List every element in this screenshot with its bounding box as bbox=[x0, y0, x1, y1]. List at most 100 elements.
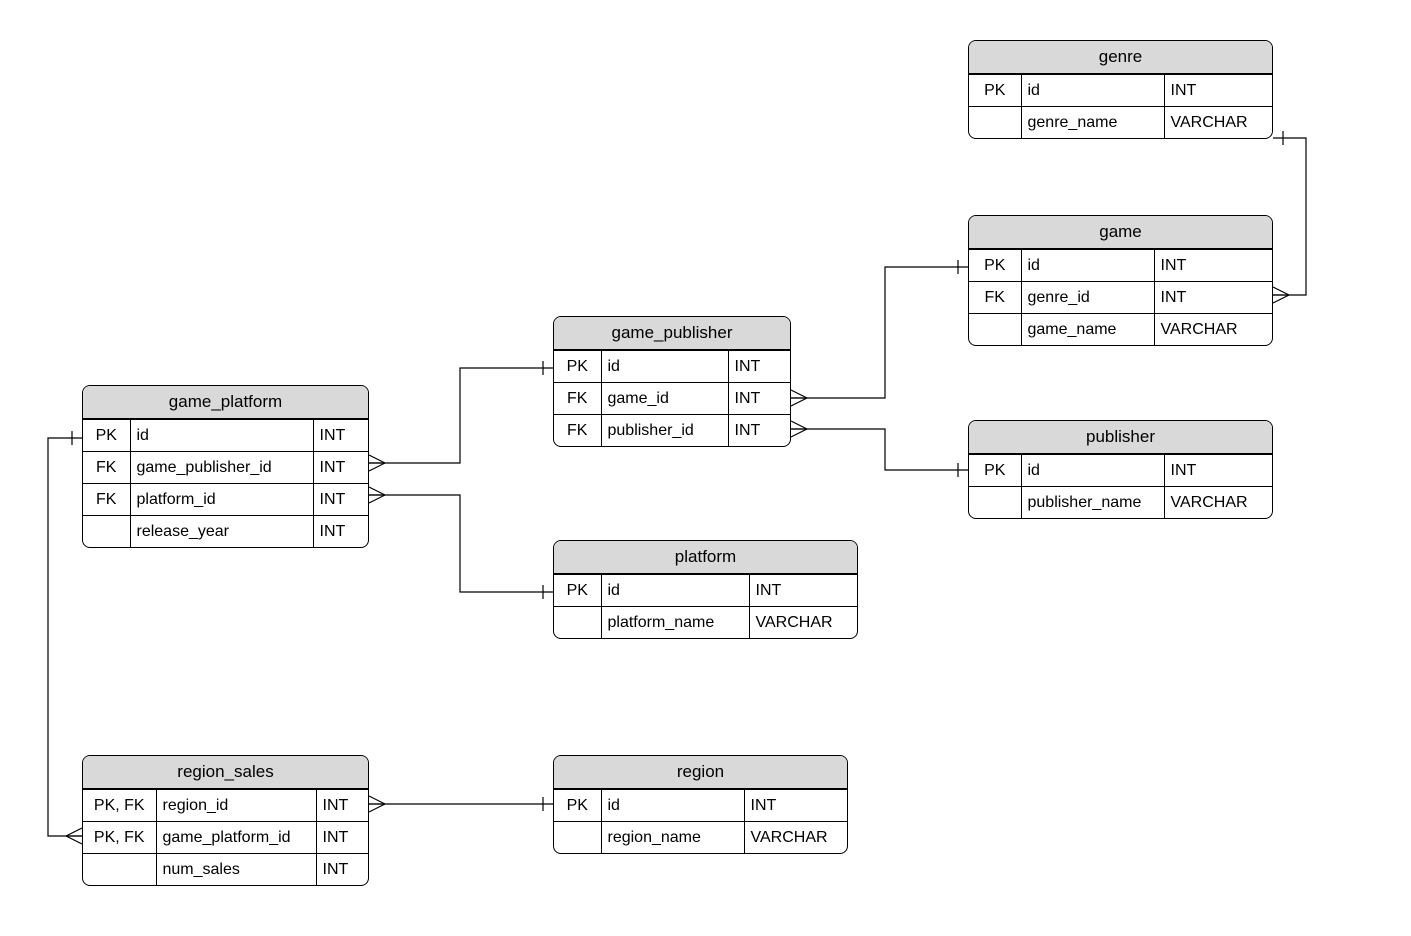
table-row: FKgenre_idINT bbox=[969, 282, 1272, 314]
column-key bbox=[969, 314, 1021, 346]
entity-title: game_platform bbox=[83, 386, 368, 419]
column-key: PK, FK bbox=[83, 790, 156, 822]
column-name: game_id bbox=[601, 383, 728, 415]
table-row: FKgame_idINT bbox=[554, 383, 790, 415]
entity-game_publisher: game_publisherPKidINTFKgame_idINTFKpubli… bbox=[553, 316, 791, 447]
column-name: publisher_name bbox=[1021, 487, 1164, 519]
entity-title: region_sales bbox=[83, 756, 368, 789]
table-row: PK, FKgame_platform_idINT bbox=[83, 822, 368, 854]
table-row: PKidINT bbox=[969, 250, 1272, 282]
column-type: INT bbox=[1154, 250, 1272, 282]
column-type: INT bbox=[313, 420, 368, 452]
table-row: PKidINT bbox=[554, 351, 790, 383]
table-row: PKidINT bbox=[969, 75, 1272, 107]
column-name: platform_id bbox=[130, 484, 313, 516]
column-type: INT bbox=[728, 383, 790, 415]
column-key bbox=[969, 487, 1021, 519]
table-row: PK, FKregion_idINT bbox=[83, 790, 368, 822]
column-key: FK bbox=[83, 452, 130, 484]
column-key bbox=[83, 516, 130, 548]
table-row: region_nameVARCHAR bbox=[554, 822, 847, 854]
entity-columns: PKidINTpublisher_nameVARCHAR bbox=[969, 454, 1272, 518]
column-key: PK bbox=[969, 250, 1021, 282]
table-row: FKgame_publisher_idINT bbox=[83, 452, 368, 484]
column-key: PK bbox=[554, 575, 601, 607]
column-name: region_id bbox=[156, 790, 316, 822]
column-type: INT bbox=[749, 575, 857, 607]
column-type: INT bbox=[316, 790, 368, 822]
table-row: PKidINT bbox=[554, 575, 857, 607]
column-name: id bbox=[601, 351, 728, 383]
entity-columns: PK, FKregion_idINTPK, FKgame_platform_id… bbox=[83, 789, 368, 885]
column-type: INT bbox=[1154, 282, 1272, 314]
column-type: INT bbox=[1164, 455, 1272, 487]
table-row: platform_nameVARCHAR bbox=[554, 607, 857, 639]
column-name: id bbox=[1021, 455, 1164, 487]
entity-genre: genrePKidINTgenre_nameVARCHAR bbox=[968, 40, 1273, 139]
column-name: release_year bbox=[130, 516, 313, 548]
entity-columns: PKidINTplatform_nameVARCHAR bbox=[554, 574, 857, 638]
column-name: game_name bbox=[1021, 314, 1154, 346]
column-name: genre_id bbox=[1021, 282, 1154, 314]
table-row: publisher_nameVARCHAR bbox=[969, 487, 1272, 519]
column-type: INT bbox=[728, 415, 790, 447]
column-key bbox=[83, 854, 156, 886]
entity-game_platform: game_platformPKidINTFKgame_publisher_idI… bbox=[82, 385, 369, 548]
column-type: VARCHAR bbox=[744, 822, 847, 854]
column-name: platform_name bbox=[601, 607, 749, 639]
table-row: genre_nameVARCHAR bbox=[969, 107, 1272, 139]
column-name: id bbox=[130, 420, 313, 452]
column-key bbox=[554, 607, 601, 639]
entity-title: platform bbox=[554, 541, 857, 574]
column-type: INT bbox=[728, 351, 790, 383]
column-name: num_sales bbox=[156, 854, 316, 886]
entity-title: game bbox=[969, 216, 1272, 249]
entity-columns: PKidINTFKgame_idINTFKpublisher_idINT bbox=[554, 350, 790, 446]
entity-columns: PKidINTregion_nameVARCHAR bbox=[554, 789, 847, 853]
entity-title: game_publisher bbox=[554, 317, 790, 350]
table-row: release_yearINT bbox=[83, 516, 368, 548]
column-name: id bbox=[601, 575, 749, 607]
column-name: genre_name bbox=[1021, 107, 1164, 139]
column-type: VARCHAR bbox=[1164, 487, 1272, 519]
table-row: num_salesINT bbox=[83, 854, 368, 886]
entity-columns: PKidINTFKgame_publisher_idINTFKplatform_… bbox=[83, 419, 368, 547]
column-name: id bbox=[1021, 75, 1164, 107]
entity-region: regionPKidINTregion_nameVARCHAR bbox=[553, 755, 848, 854]
column-key: FK bbox=[554, 383, 601, 415]
table-row: PKidINT bbox=[554, 790, 847, 822]
column-name: game_publisher_id bbox=[130, 452, 313, 484]
entity-platform: platformPKidINTplatform_nameVARCHAR bbox=[553, 540, 858, 639]
entity-publisher: publisherPKidINTpublisher_nameVARCHAR bbox=[968, 420, 1273, 519]
column-key: PK bbox=[969, 75, 1021, 107]
entity-columns: PKidINTgenre_nameVARCHAR bbox=[969, 74, 1272, 138]
column-type: INT bbox=[313, 484, 368, 516]
table-row: game_nameVARCHAR bbox=[969, 314, 1272, 346]
column-key: FK bbox=[554, 415, 601, 447]
table-row: PKidINT bbox=[969, 455, 1272, 487]
column-name: id bbox=[601, 790, 744, 822]
column-key: PK, FK bbox=[83, 822, 156, 854]
entity-region_sales: region_salesPK, FKregion_idINTPK, FKgame… bbox=[82, 755, 369, 886]
column-type: INT bbox=[316, 854, 368, 886]
entity-title: genre bbox=[969, 41, 1272, 74]
column-type: VARCHAR bbox=[749, 607, 857, 639]
column-key bbox=[969, 107, 1021, 139]
column-key: PK bbox=[969, 455, 1021, 487]
column-type: INT bbox=[1164, 75, 1272, 107]
entity-game: gamePKidINTFKgenre_idINTgame_nameVARCHAR bbox=[968, 215, 1273, 346]
column-type: INT bbox=[316, 822, 368, 854]
column-name: id bbox=[1021, 250, 1154, 282]
column-type: INT bbox=[744, 790, 847, 822]
table-row: PKidINT bbox=[83, 420, 368, 452]
table-row: FKpublisher_idINT bbox=[554, 415, 790, 447]
column-name: game_platform_id bbox=[156, 822, 316, 854]
column-type: VARCHAR bbox=[1154, 314, 1272, 346]
column-name: region_name bbox=[601, 822, 744, 854]
column-type: INT bbox=[313, 452, 368, 484]
column-type: VARCHAR bbox=[1164, 107, 1272, 139]
column-name: publisher_id bbox=[601, 415, 728, 447]
column-key: PK bbox=[554, 790, 601, 822]
table-row: FKplatform_idINT bbox=[83, 484, 368, 516]
entity-title: publisher bbox=[969, 421, 1272, 454]
